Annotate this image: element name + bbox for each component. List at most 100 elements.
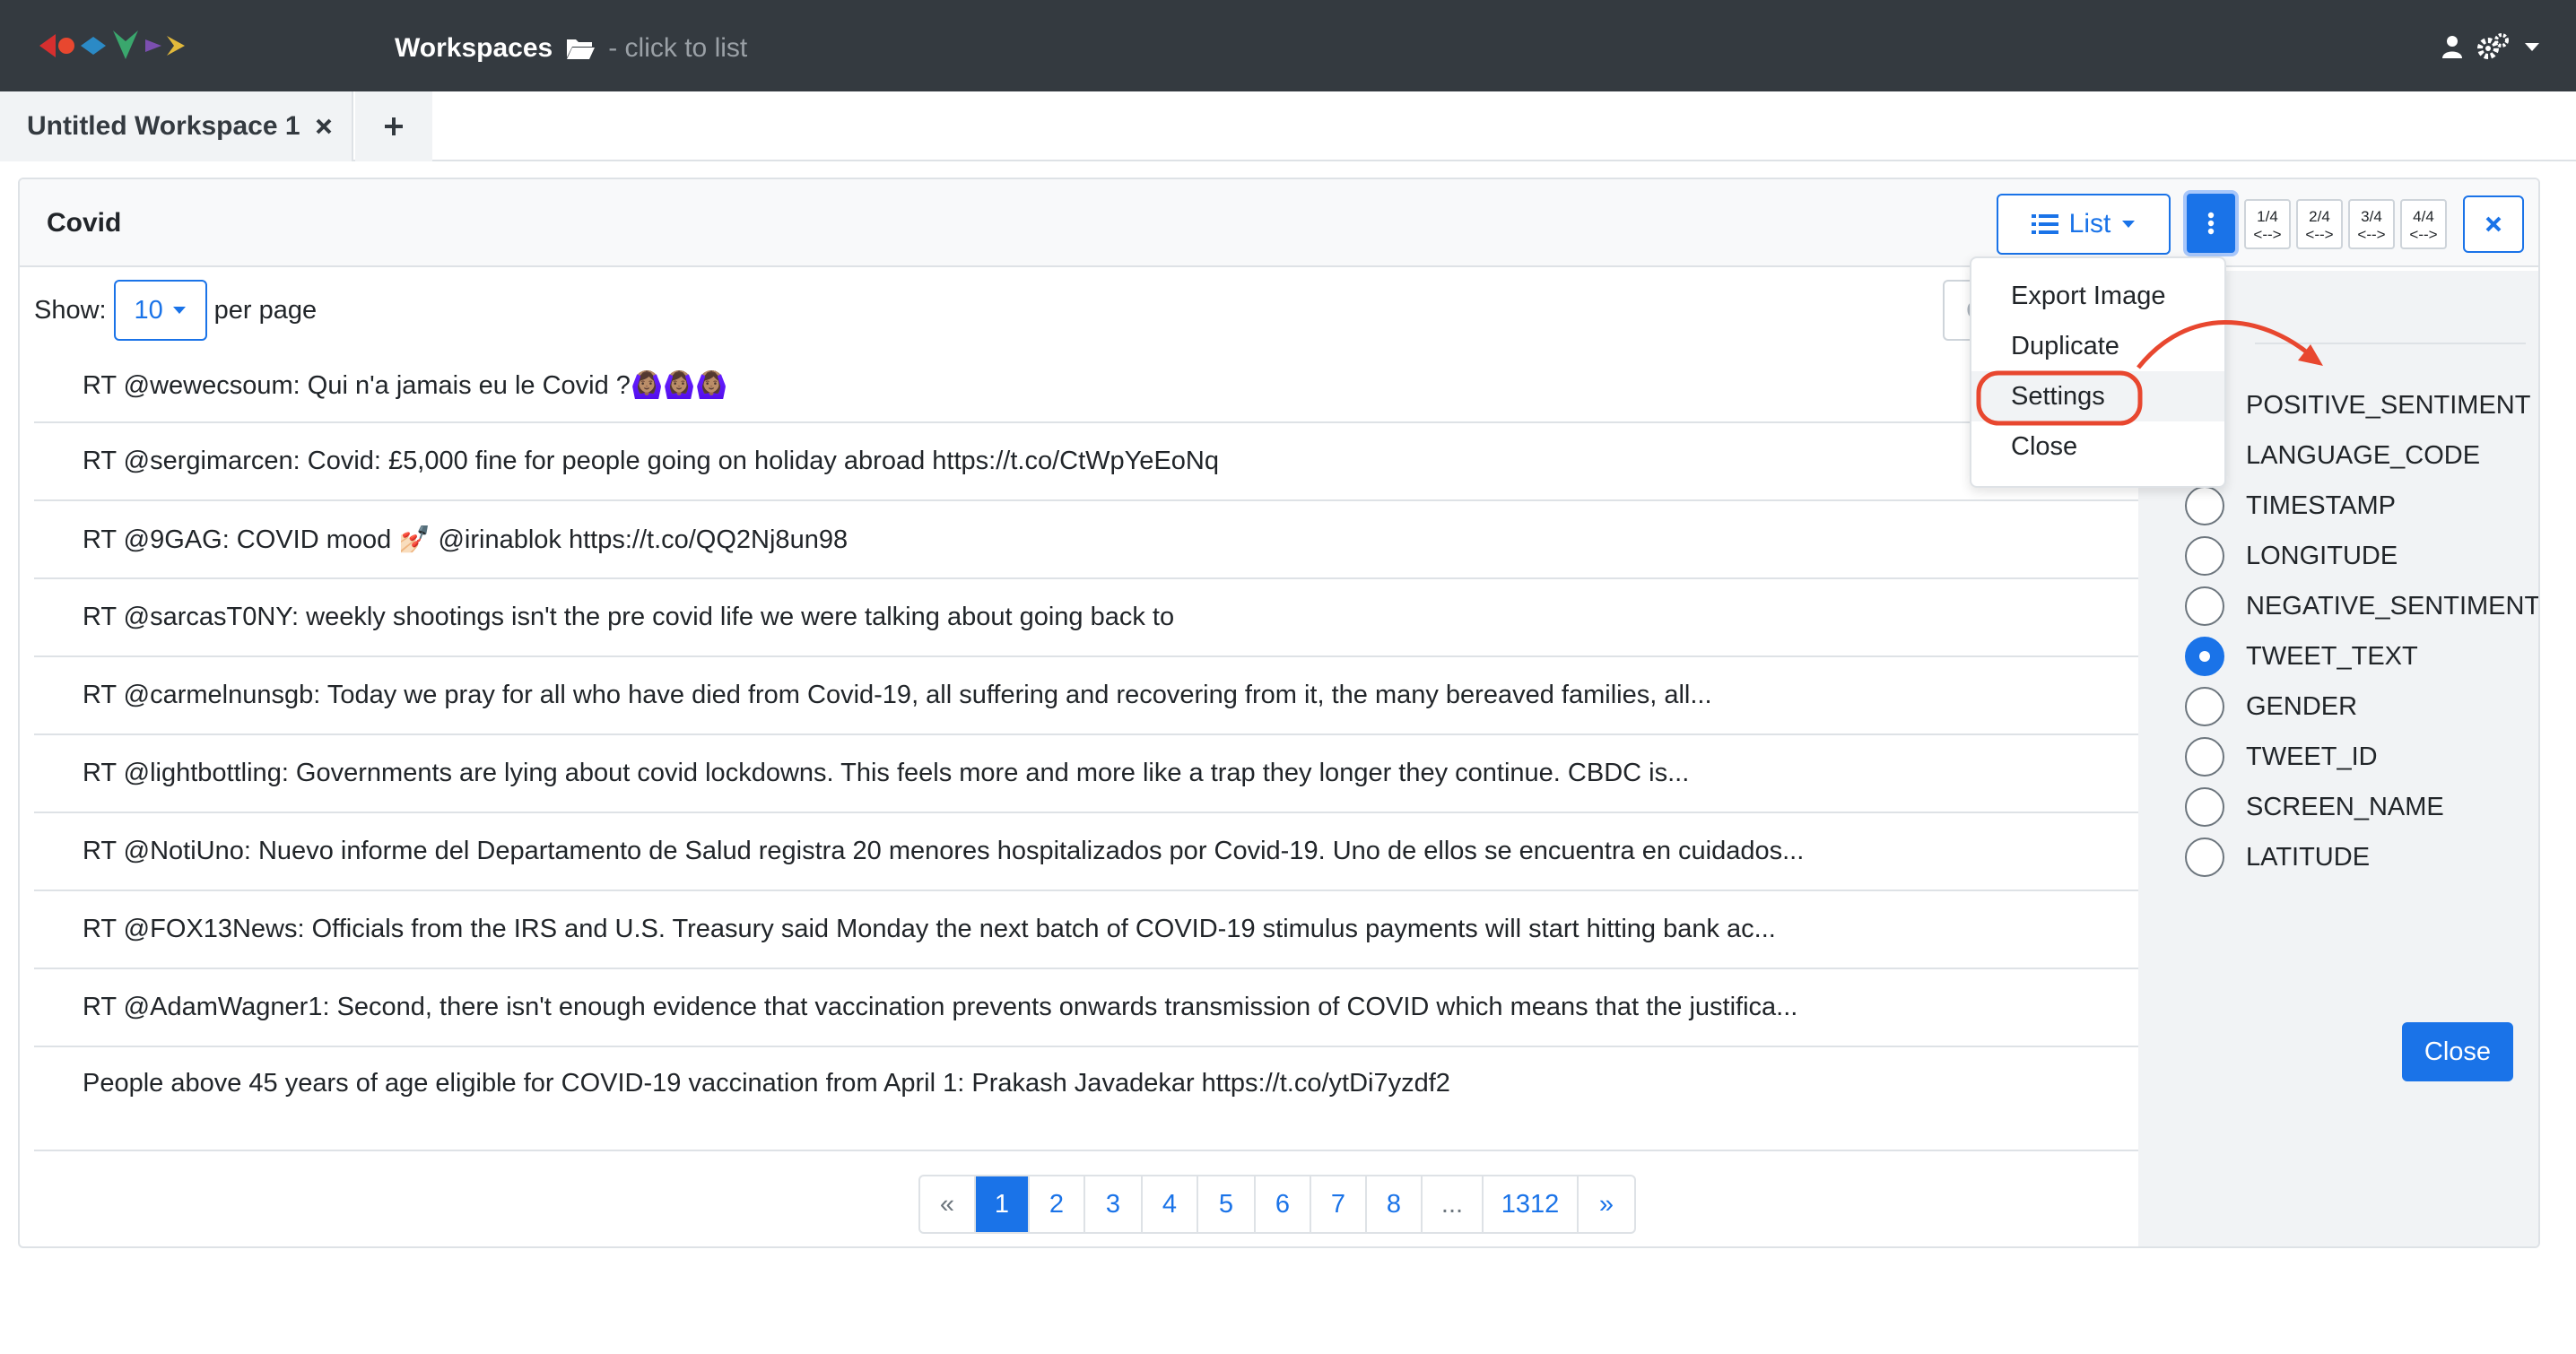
list-item[interactable]: RT @AdamWagner1: Second, there isn't eno…	[34, 969, 2154, 1047]
width-full-arrows: <-->	[2409, 226, 2438, 243]
width-full-label: 4/4	[2413, 208, 2434, 225]
radio-button[interactable]	[2185, 687, 2224, 726]
width-quarter-arrows: <-->	[2253, 226, 2282, 243]
workspaces-menu[interactable]: Workspaces - click to list	[395, 30, 747, 66]
caret-down-icon[interactable]	[2524, 41, 2540, 52]
tweet-text: RT @AdamWagner1: Second, there isn't eno…	[83, 993, 1798, 1021]
page-size-value: 10	[134, 295, 163, 325]
field-option[interactable]: LONGITUDE	[2185, 531, 2538, 581]
page-last[interactable]: 1312	[1484, 1176, 1579, 1232]
tweet-list: RT @wewecsoum: Qui n'a jamais eu le Covi…	[34, 350, 2154, 1151]
field-label: LANGUAGE_CODE	[2246, 440, 2481, 470]
field-option[interactable]: LANGUAGE_CODE	[2185, 430, 2538, 481]
workspace-tab[interactable]: Untitled Workspace 1	[0, 91, 353, 161]
page-8[interactable]: 8	[1367, 1176, 1423, 1232]
menu-item-close[interactable]: Close	[1971, 421, 2224, 472]
user-icon[interactable]	[2441, 34, 2463, 59]
page-5[interactable]: 5	[1198, 1176, 1256, 1232]
page-prev[interactable]: «	[920, 1176, 976, 1232]
list-item[interactable]: RT @NotiUno: Nuevo informe del Departame…	[34, 813, 2154, 891]
tweet-text: RT @carmelnunsgb: Today we pray for all …	[83, 681, 1712, 709]
page-1[interactable]: 1	[976, 1176, 1030, 1232]
user-controls	[2441, 32, 2540, 61]
tweet-text: RT @wewecsoum: Qui n'a jamais eu le Covi…	[83, 371, 728, 400]
page-4[interactable]: 4	[1143, 1176, 1198, 1232]
page-6[interactable]: 6	[1256, 1176, 1311, 1232]
page-7[interactable]: 7	[1311, 1176, 1367, 1232]
field-label: NEGATIVE_SENTIMENT	[2246, 591, 2540, 621]
tweet-text: RT @sarcasT0NY: weekly shootings isn't t…	[83, 603, 1175, 631]
field-label: TWEET_TEXT	[2246, 641, 2418, 671]
workspaces-label[interactable]: Workspaces	[395, 33, 553, 64]
close-panel-button[interactable]	[2463, 195, 2524, 253]
radio-button[interactable]	[2185, 787, 2224, 827]
field-label: TWEET_ID	[2246, 742, 2378, 771]
page-ellipsis: ...	[1423, 1176, 1484, 1232]
field-label: LONGITUDE	[2246, 541, 2398, 570]
field-option[interactable]: LATITUDE	[2185, 832, 2538, 882]
field-option[interactable]: TWEET_TEXT	[2185, 631, 2538, 681]
field-label: TIMESTAMP	[2246, 490, 2397, 520]
panel-menu-button[interactable]	[2183, 190, 2239, 256]
width-quarter-button[interactable]: 1/4 <-->	[2244, 199, 2291, 249]
field-radio-list: POSITIVE_SENTIMENT LANGUAGE_CODE TIMESTA…	[2185, 380, 2540, 882]
tweet-text: RT @sergimarcen: Covid: £5,000 fine for …	[83, 447, 1219, 475]
view-type-label: List	[2068, 209, 2111, 239]
caret-down-icon	[172, 307, 186, 314]
list-item[interactable]: RT @9GAG: COVID mood 💅🏻 @irinablok https…	[34, 501, 2154, 579]
list-item[interactable]: RT @FOX13News: Officials from the IRS an…	[34, 891, 2154, 969]
tweet-text: RT @lightbottling: Governments are lying…	[83, 759, 1690, 787]
width-half-button[interactable]: 2/4 <-->	[2296, 199, 2343, 249]
width-full-button[interactable]: 4/4 <-->	[2400, 199, 2447, 249]
width-three-quarter-arrows: <-->	[2357, 226, 2386, 243]
field-option[interactable]: POSITIVE_SENTIMENT	[2185, 380, 2538, 430]
menu-item-duplicate[interactable]: Duplicate	[1971, 321, 2224, 371]
radio-button[interactable]	[2185, 838, 2224, 877]
list-item[interactable]: RT @lightbottling: Governments are lying…	[34, 735, 2154, 813]
page-size-select[interactable]: 10	[113, 280, 207, 341]
settings-divider	[2255, 343, 2526, 344]
width-three-quarter-button[interactable]: 3/4 <-->	[2348, 199, 2395, 249]
radio-button[interactable]	[2185, 486, 2224, 525]
menu-item-export-image[interactable]: Export Image	[1971, 271, 2224, 321]
menu-item-settings[interactable]: Settings	[1971, 371, 2224, 421]
page-2[interactable]: 2	[1030, 1176, 1085, 1232]
top-navbar: Workspaces - click to list	[0, 0, 2576, 91]
settings-close-button[interactable]: Close	[2402, 1022, 2513, 1081]
list-item[interactable]: RT @wewecsoum: Qui n'a jamais eu le Covi…	[34, 350, 2154, 423]
list-item[interactable]: RT @sarcasT0NY: weekly shootings isn't t…	[34, 579, 2154, 657]
caret-down-icon	[2122, 221, 2136, 228]
width-three-quarter-label: 3/4	[2361, 208, 2382, 225]
field-label: SCREEN_NAME	[2246, 792, 2444, 821]
list-item[interactable]: RT @sergimarcen: Covid: £5,000 fine for …	[34, 423, 2154, 501]
width-quarter-label: 1/4	[2257, 208, 2278, 225]
gears-icon[interactable]	[2477, 32, 2510, 61]
panel-title: Covid	[47, 208, 122, 238]
show-label: Show:	[34, 295, 107, 325]
view-type-button[interactable]: List	[1997, 194, 2171, 255]
radio-button[interactable]	[2185, 536, 2224, 576]
list-item[interactable]: People above 45 years of age eligible fo…	[34, 1047, 2154, 1151]
field-option[interactable]: NEGATIVE_SENTIMENT	[2185, 581, 2540, 631]
radio-button[interactable]	[2185, 586, 2224, 626]
list-item[interactable]: RT @carmelnunsgb: Today we pray for all …	[34, 657, 2154, 735]
workspaces-hint[interactable]: - click to list	[608, 33, 747, 64]
per-page-label: per page	[213, 295, 318, 325]
field-option[interactable]: TIMESTAMP	[2185, 481, 2538, 531]
page-3[interactable]: 3	[1085, 1176, 1143, 1232]
radio-button[interactable]	[2185, 737, 2224, 777]
logo[interactable]	[36, 23, 206, 68]
width-half-label: 2/4	[2309, 208, 2330, 225]
add-workspace-button[interactable]	[355, 91, 432, 161]
field-option[interactable]: GENDER	[2185, 681, 2538, 732]
workspace-tab-label[interactable]: Untitled Workspace 1	[27, 111, 300, 142]
radio-button-checked[interactable]	[2185, 637, 2224, 676]
page-size-control: Show: 10 per page	[34, 280, 317, 341]
field-option[interactable]: TWEET_ID	[2185, 732, 2538, 782]
folder-open-icon	[567, 39, 596, 59]
field-option[interactable]: SCREEN_NAME	[2185, 782, 2538, 832]
page-next[interactable]: »	[1579, 1176, 1634, 1232]
times-icon[interactable]	[315, 117, 333, 135]
field-label: POSITIVE_SENTIMENT	[2246, 390, 2531, 420]
tweet-text: RT @NotiUno: Nuevo informe del Departame…	[83, 837, 1805, 865]
